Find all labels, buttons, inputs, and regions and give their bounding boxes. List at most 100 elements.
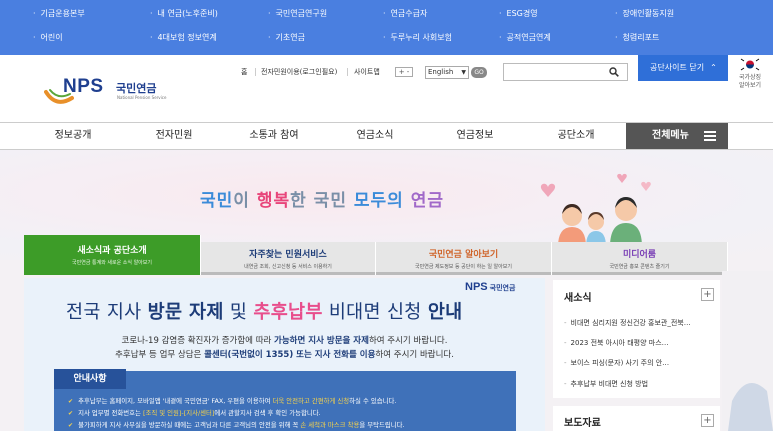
press-panel: 보도자료 + [553,406,720,431]
notice-part: 지사 업무별 전화번호는 [78,409,143,417]
tab-news-about[interactable]: 새소식과 공단소개 국민연금 통계와 새로운 소식 알아보기 [24,235,201,275]
banner-title-part: 방문 자제 [147,302,224,323]
all-menu-button[interactable]: 전체메뉴 [626,123,728,149]
banner-logo: NPS 국민연금 [465,281,515,293]
e-civil-login-link[interactable]: 전자민원이용(로그인필요) [261,67,337,77]
plus-icon[interactable]: + [701,414,714,427]
topbar-link[interactable]: 내 연금(노후준비) [150,8,218,19]
news-panel-title: 새소식 [564,293,592,304]
covid-notice-banner[interactable]: NPS 국민연금 전국 지사 방문 자제 및 추후납부 비대면 신청 안내 코로나… [24,278,545,431]
banner-title-part: 안내 [427,302,463,323]
topbar-link[interactable]: 국민연금연구원 [268,8,328,19]
news-item[interactable]: 2023 전북 아시아 태평양 마스… [564,338,669,348]
topbar-link[interactable]: 연금수급자 [383,8,428,19]
tab-media-room[interactable]: 미디어룸 국민연금 홍보 콘텐츠 즐기기 [552,242,728,275]
hero-section: 국민이 행복한 국민 모두의 연금 새소식과 공단소개 국민연금 통계와 새로운… [0,150,773,431]
tab-subtitle: 국민연금 제도정보 등 공단이 하는 일 알아보기 [415,264,512,270]
tab-title: 새소식과 공단소개 [77,246,147,256]
topbar-link[interactable]: 두루누리 사회보험 [383,32,452,43]
tab-bottom-line [201,272,375,275]
notice-part: 손 세척과 마스크 착용 [300,421,360,429]
nps-logo[interactable]: NPS 국민연금 National Pension Service [44,72,174,114]
desc-part: 추후납부 등 업무 상담은 [115,350,205,360]
topbar-link[interactable]: 기금운용본부 [33,8,85,19]
topbar-link[interactable]: 어린이 [33,32,63,43]
notice-item: 불가피하게 지사 사무실을 방문하실 때에는 고객님과 다른 고객님의 안전을 … [68,420,405,429]
news-panel: 새소식 + 비대면 심리지원 정신건강 홍보관_전북… 2023 전북 아시아 … [553,280,720,398]
divider [255,68,256,76]
topbar-link[interactable]: ESG경영 [499,8,538,19]
news-item[interactable]: 추후납부 비대면 신청 방법 [564,379,649,389]
notice-part: 불가피하게 지사 사무실을 방문하실 때에는 고객님과 다른 고객님의 안전을 … [78,421,301,429]
close-site-button[interactable]: 공단사이트 닫기 ⌃ [638,55,728,81]
logo-english-text: National Pension Service [117,95,167,100]
banner-title-part: 전국 지사 [66,302,148,323]
gnb-item-pension-news[interactable]: 연금소식 [357,123,394,149]
tab-civil-service[interactable]: 자주찾는 민원서비스 내연금 조회, 신고신청 등 서비스 이용하기 [201,242,376,275]
notice-part: [조직 및 인원]-[지사/센터] [142,409,215,417]
main-navigation: 정보공개 전자민원 소통과 참여 연금소식 연금정보 공단소개 전체메뉴 [0,122,773,150]
tab-title: 국민연금 알아보기 [428,250,499,260]
banner-title: 전국 지사 방문 자제 및 추후납부 비대면 신청 안내 [66,298,462,324]
all-menu-label: 전체메뉴 [652,130,689,141]
topbar-link[interactable]: 기초연금 [268,32,305,43]
home-link[interactable]: 홈 [241,67,247,77]
sitemap-link[interactable]: 사이트맵 [354,67,380,77]
banner-title-part: 및 [223,302,254,323]
gnb-item-e-civil[interactable]: 전자민원 [156,123,193,149]
tab-learn-pension[interactable]: 국민연금 알아보기 국민연금 제도정보 등 공단이 하는 일 알아보기 [376,242,552,275]
notice-part: 에서 관할지사 검색 후 확인 가능합니다. [214,409,321,417]
desc-part: 가능하면 지사 방문을 자제 [274,336,369,346]
korean-flag-icon [739,57,761,72]
tab-bottom-line [552,272,727,275]
national-symbol-link[interactable]: 국가상징 알아보기 [736,57,764,90]
flag-label: 국가상징 [738,74,762,81]
gnb-item-pension-info[interactable]: 연금정보 [457,123,494,149]
flag-label: 알아보기 [738,82,762,89]
notice-part: 을 부탁드립니다. [359,421,405,429]
font-size-buttons[interactable]: + - [395,67,413,77]
hamburger-icon [704,131,716,141]
topbar-link[interactable]: 공적연금연계 [499,32,551,43]
tab-subtitle: 내연금 조회, 신고신청 등 서비스 이용하기 [244,264,332,270]
slogan-part: 한 국민 [290,191,354,211]
news-item[interactable]: 보이스 피싱(문자) 사기 주의 안… [564,358,670,368]
search-icon[interactable] [609,67,619,77]
banner-description: 코로나-19 감염증 확진자가 증가함에 따라 가능하면 지사 방문을 자제하여… [24,334,545,346]
top-site-links-bar: 기금운용본부 내 연금(노후준비) 국민연금연구원 연금수급자 ESG경영 장애… [0,0,773,55]
slogan-part: 모두의 [353,191,411,211]
slogan-part: 국민 [200,191,234,211]
divider [347,68,348,76]
tab-title: 자주찾는 민원서비스 [249,250,327,260]
topbar-link[interactable]: 4대보험 정보연계 [150,32,217,43]
chevron-down-icon: ▼ [461,69,466,76]
banner-logo-korean: 국민연금 [489,284,516,292]
gnb-item-communication[interactable]: 소통과 참여 [249,123,298,149]
desc-part: 하여 주시기 바랍니다. [368,336,448,346]
plus-icon[interactable]: + [701,288,714,301]
slogan-part: 이 [233,191,257,211]
banner-logo-text: NPS [465,281,488,293]
desc-part: 코로나-19 감염증 확진자가 증가함에 따라 [121,336,275,346]
topbar-link[interactable]: 청렴리포트 [615,32,660,43]
logo-korean-text: 국민연금 [116,82,157,95]
notice-part: 추후납부는 홈페이지, 모바일앱 '내곁에 국민연금' FAX, 우편을 이용하… [78,397,273,405]
tab-bottom-line [376,272,551,275]
slogan-part: 연금 [410,191,445,211]
banner-title-part: 추후납부 [253,302,323,323]
language-go-button[interactable]: GO [471,67,487,78]
gnb-item-info[interactable]: 정보공개 [55,123,92,149]
notice-part: 더욱 안전하고 간편하게 신청 [272,397,350,405]
banner-description: 추후납부 등 업무 상담은 콜센터(국번없이 1355) 또는 지사 전화를 이… [24,348,545,360]
news-item[interactable]: 비대면 심리지원 정신건강 홍보관_전북… [564,318,691,328]
language-select[interactable]: English ▼ [425,66,469,79]
topbar-link[interactable]: 장애인활동지원 [615,8,675,19]
desc-part: 하여 주시기 바랍니다. [375,350,454,360]
site-header: NPS 국민연금 National Pension Service 홈 전자민원… [0,55,773,122]
tab-subtitle: 국민연금 홍보 콘텐츠 즐기기 [609,264,670,270]
press-panel-title: 보도자료 [564,418,601,429]
notice-item: 추후납부는 홈페이지, 모바일앱 '내곁에 국민연금' FAX, 우편을 이용하… [68,396,396,405]
tab-title: 미디어룸 [622,250,657,260]
tab-subtitle: 국민연금 통계와 새로운 소식 알아보기 [72,260,152,266]
gnb-item-about[interactable]: 공단소개 [558,123,595,149]
